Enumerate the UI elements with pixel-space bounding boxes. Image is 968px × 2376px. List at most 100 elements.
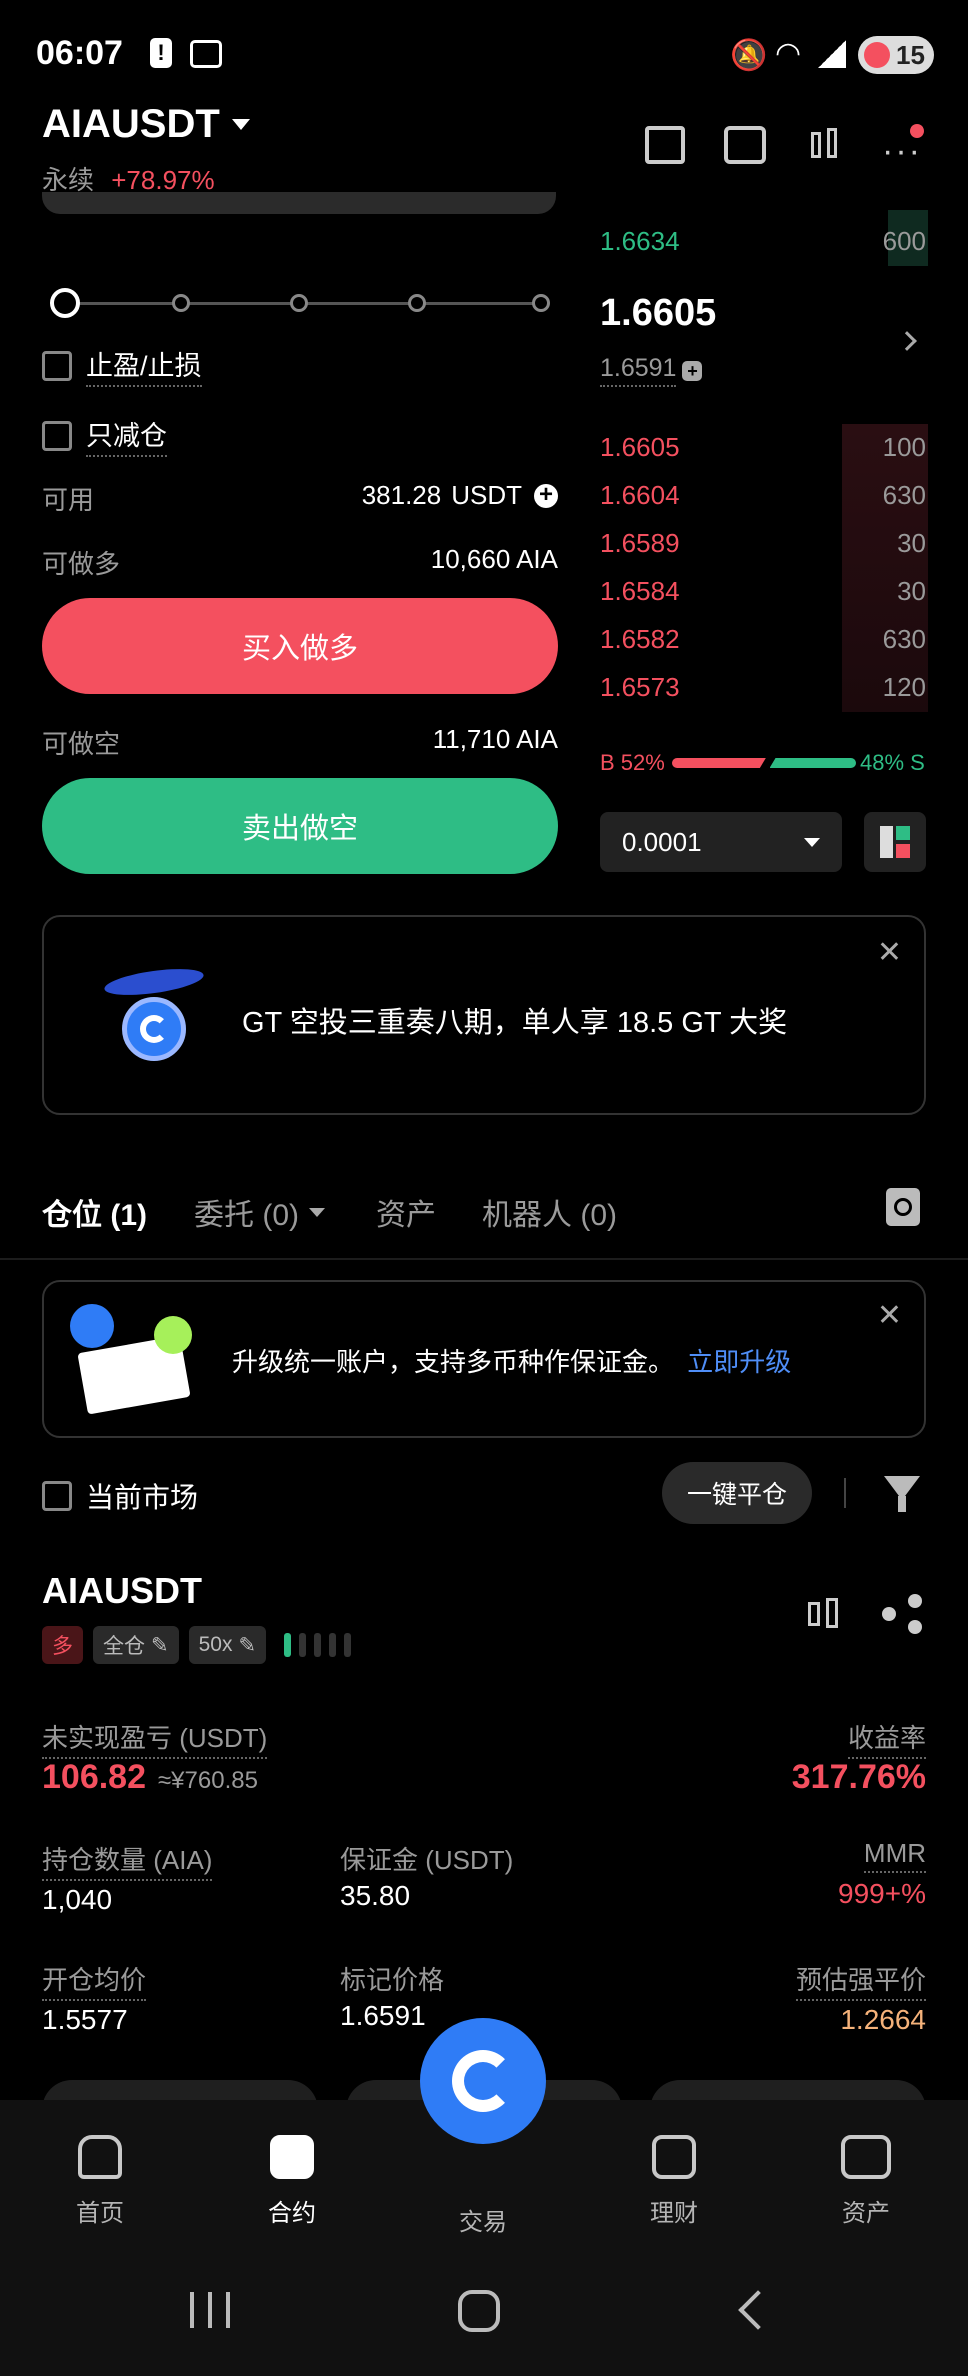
trade-icon [452, 2050, 514, 2112]
wallet-illustration [70, 1304, 200, 1420]
tab-assets[interactable]: 资产 [376, 1190, 436, 1234]
bid-row[interactable]: 1.6605 100 [600, 424, 926, 470]
position-chart-icon[interactable] [804, 1594, 844, 1636]
alert-icon: ! [150, 38, 172, 68]
entry-value: 1.5577 [42, 2004, 128, 2035]
gift-icon[interactable] [645, 126, 685, 164]
tab-bots[interactable]: 机器人 (0) [482, 1190, 617, 1234]
mmr-label: MMR [863, 1838, 926, 1873]
leverage-tag[interactable]: 50x ✎ [188, 1626, 267, 1664]
bid-qty: 100 [882, 431, 926, 462]
current-market-checkbox-box[interactable] [42, 1481, 72, 1511]
orderbook-layout-button[interactable] [864, 812, 926, 872]
margin-mode-tag[interactable]: 全仓 ✎ [93, 1626, 179, 1664]
edit-icon: ✎ [151, 1633, 169, 1657]
chevron-right-icon[interactable] [897, 331, 917, 351]
caret-down-icon [309, 1207, 325, 1217]
reduce-only-checkbox[interactable]: 只减仓 [42, 414, 167, 457]
bid-price: 1.6582 [600, 623, 680, 654]
bid-row[interactable]: 1.6584 30 [600, 568, 926, 614]
nav-futures[interactable]: 合约 [222, 2135, 362, 2228]
layout-icon [880, 826, 910, 858]
reduce-only-checkbox-box[interactable] [42, 420, 72, 451]
current-market-label: 当前市场 [86, 1482, 199, 1513]
close-all-button[interactable]: 一键平仓 [662, 1462, 812, 1524]
bid-qty: 630 [882, 479, 926, 510]
recents-icon[interactable] [190, 2292, 230, 2328]
leverage-slider[interactable] [50, 288, 550, 318]
roe-label: 收益率 [847, 1718, 926, 1759]
can-long-value: 10,660 AIA [430, 544, 558, 574]
close-icon[interactable]: ✕ [877, 1298, 902, 1333]
can-short-label: 可做空 [42, 729, 121, 759]
nav-futures-label: 合约 [268, 2200, 316, 2227]
tab-positions[interactable]: 仓位 (1) [42, 1190, 147, 1234]
margin-mode: 全仓 [103, 1635, 145, 1658]
nav-home[interactable]: 首页 [30, 2135, 170, 2228]
battery-indicator: 15 [858, 36, 934, 74]
reduce-only-label: 只减仓 [86, 414, 167, 457]
bid-row[interactable]: 1.6589 30 [600, 520, 926, 566]
contract-type-label: 永续 [42, 165, 95, 195]
upgrade-card[interactable]: 升级统一账户，支持多币种作保证金。 立即升级 ✕ [42, 1280, 926, 1438]
pnl-value: 106.82 [42, 1758, 146, 1796]
nav-assets[interactable]: 资产 [796, 2135, 936, 2228]
margin-label: 保证金 (USDT) [340, 1845, 514, 1875]
battery-level: 15 [896, 39, 925, 70]
upgrade-text-line: 升级统一账户，支持多币种作保证金。 立即升级 [232, 1342, 791, 1379]
amount-input-edge[interactable] [42, 192, 556, 214]
liq-value: 1.2664 [840, 2004, 926, 2035]
top-ask-qty: 600 [882, 225, 926, 256]
upgrade-link[interactable]: 立即升级 [687, 1347, 791, 1377]
nav-trade[interactable]: 交易 [413, 2202, 553, 2237]
futures-icon [270, 2135, 314, 2179]
nav-earn[interactable]: 理财 [604, 2135, 744, 2228]
entry-label: 开仓均价 [42, 1960, 147, 2001]
tabs-divider [0, 1258, 968, 1260]
side-tag: 多 [42, 1626, 83, 1664]
can-long-label: 可做多 [42, 549, 121, 579]
tp-sl-checkbox-box[interactable] [42, 350, 72, 381]
price-change: +78.97% [111, 165, 215, 195]
roe-value: 317.76% [791, 1758, 926, 1796]
tab-orders-label: 委托 (0) [194, 1199, 299, 1232]
share-icon[interactable] [882, 1594, 922, 1634]
buy-long-button[interactable]: 买入做多 [42, 598, 558, 694]
mark-value: 1.6591 [340, 2000, 426, 2031]
promo-card[interactable]: GT 空投三重奏八期，单人享 18.5 GT 大奖 ✕ [42, 915, 926, 1115]
earn-icon [652, 2135, 696, 2179]
bid-row[interactable]: 1.6573 120 [600, 664, 926, 710]
bid-qty: 30 [897, 575, 926, 606]
nav-trade-label: 交易 [459, 2209, 507, 2236]
bid-price: 1.6584 [600, 575, 680, 606]
top-ask-row[interactable]: 1.6634 600 [600, 218, 926, 264]
ratio-bar [672, 758, 856, 768]
available-label: 可用 [42, 485, 95, 515]
precision-select[interactable]: 0.0001 [600, 812, 842, 872]
home-nav-icon[interactable] [458, 2290, 500, 2332]
promo-text: GT 空投三重奏八期，单人享 18.5 GT 大奖 [242, 1007, 788, 1039]
bid-price: 1.6589 [600, 527, 680, 558]
nav-assets-label: 资产 [842, 2200, 890, 2227]
trade-button[interactable] [420, 2018, 546, 2144]
add-funds-icon[interactable]: + [534, 482, 558, 508]
close-icon[interactable]: ✕ [877, 935, 902, 970]
bid-qty: 630 [882, 623, 926, 654]
history-icon[interactable] [886, 1188, 920, 1226]
current-market-checkbox[interactable]: 当前市场 [42, 1476, 198, 1516]
bid-row[interactable]: 1.6604 630 [600, 472, 926, 518]
can-short-value: 11,710 AIA [432, 724, 558, 754]
vertical-divider [844, 1478, 846, 1508]
bid-qty: 120 [882, 671, 926, 702]
symbol-selector[interactable]: AIAUSDT [42, 102, 250, 147]
sell-short-button[interactable]: 卖出做空 [42, 778, 558, 874]
bid-qty: 30 [897, 527, 926, 558]
bid-row[interactable]: 1.6582 630 [600, 616, 926, 662]
chart-settings-icon[interactable] [724, 126, 766, 164]
tp-sl-checkbox[interactable]: 止盈/止损 [42, 344, 202, 387]
tab-orders[interactable]: 委托 (0) [194, 1190, 325, 1234]
mark-price-box[interactable]: 1.6591 + [600, 354, 703, 387]
candlestick-icon[interactable] [805, 124, 845, 166]
caret-down-icon [804, 837, 820, 847]
position-symbol[interactable]: AIAUSDT [42, 1570, 202, 1612]
